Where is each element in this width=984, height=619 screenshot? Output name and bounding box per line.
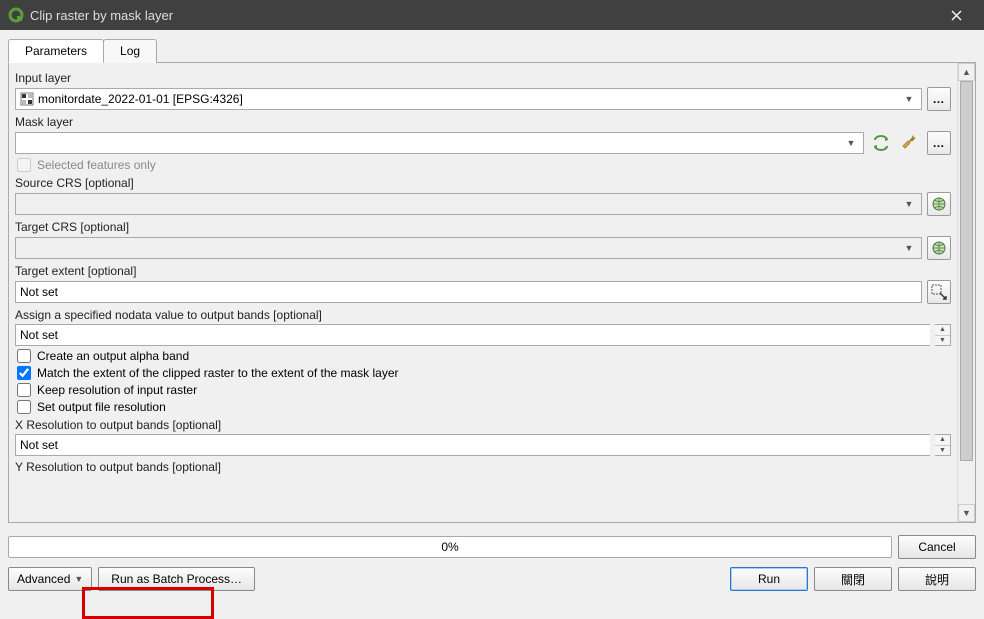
target-crs-select-button[interactable] [927, 236, 951, 260]
match-extent-checkbox[interactable] [17, 366, 31, 380]
selected-features-only-row: Selected features only [15, 158, 951, 172]
chevron-down-icon: ▼ [843, 138, 859, 148]
scrollbar-thumb[interactable] [960, 81, 973, 461]
dialog-body: Parameters Log Input layer monitordate_2… [0, 30, 984, 619]
assign-nodata-input[interactable]: Not set [15, 324, 930, 346]
progress-row: 0% Cancel [8, 535, 976, 559]
mask-layer-browse-button[interactable]: … [927, 131, 951, 155]
x-resolution-spinner[interactable]: ▲ ▼ [935, 434, 951, 456]
label-target-extent: Target extent [optional] [15, 264, 951, 278]
chevron-down-icon: ▼ [74, 574, 83, 584]
assign-nodata-spinner[interactable]: ▲ ▼ [935, 324, 951, 346]
target-extent-picker-button[interactable] [927, 280, 951, 304]
source-crs-combo[interactable]: ▼ [15, 193, 922, 215]
wrench-icon [900, 133, 920, 153]
label-match-extent: Match the extent of the clipped raster t… [37, 366, 399, 380]
keep-resolution-checkbox[interactable] [17, 383, 31, 397]
footer-row: Advanced ▼ Run as Batch Process… Run 關閉 … [8, 567, 976, 591]
chevron-down-icon: ▼ [901, 199, 917, 209]
close-button[interactable]: 關閉 [814, 567, 892, 591]
qgis-logo-icon [8, 7, 24, 23]
assign-nodata-value: Not set [20, 328, 58, 342]
label-set-output-res: Set output file resolution [37, 400, 166, 414]
spin-up-icon[interactable]: ▲ [935, 435, 950, 446]
spin-down-icon[interactable]: ▼ [935, 446, 950, 456]
label-y-resolution: Y Resolution to output bands [optional] [15, 460, 951, 474]
tab-parameters[interactable]: Parameters [8, 39, 104, 63]
x-resolution-value: Not set [20, 438, 58, 452]
run-as-batch-button[interactable]: Run as Batch Process… [98, 567, 255, 591]
tab-log[interactable]: Log [103, 39, 157, 63]
advanced-label: Advanced [17, 572, 70, 586]
progress-bar: 0% [8, 536, 892, 558]
scroll-down-button[interactable]: ▼ [958, 504, 975, 522]
mask-layer-settings-button[interactable] [898, 131, 922, 155]
annotation-highlight [82, 587, 214, 619]
create-alpha-row[interactable]: Create an output alpha band [15, 349, 951, 363]
parameters-scroll-area: Input layer monitordate_2022-01-01 [EPSG… [9, 63, 957, 522]
source-crs-select-button[interactable] [927, 192, 951, 216]
input-layer-value: monitordate_2022-01-01 [EPSG:4326] [38, 92, 901, 106]
create-alpha-checkbox[interactable] [17, 349, 31, 363]
cancel-button[interactable]: Cancel [898, 535, 976, 559]
label-assign-nodata: Assign a specified nodata value to outpu… [15, 308, 951, 322]
spin-up-icon[interactable]: ▲ [935, 325, 950, 336]
spin-down-icon[interactable]: ▼ [935, 336, 950, 346]
target-extent-value: Not set [20, 285, 58, 299]
progress-value: 0% [441, 540, 458, 554]
parameters-panel: Input layer monitordate_2022-01-01 [EPSG… [8, 63, 976, 523]
iterate-icon [871, 133, 891, 153]
label-create-alpha: Create an output alpha band [37, 349, 189, 363]
mask-layer-combo[interactable]: ▼ [15, 132, 864, 154]
crs-globe-icon [930, 239, 948, 257]
input-layer-combo[interactable]: monitordate_2022-01-01 [EPSG:4326] ▼ [15, 88, 922, 110]
input-layer-browse-button[interactable]: … [927, 87, 951, 111]
mask-layer-iterate-button[interactable] [869, 131, 893, 155]
x-resolution-input[interactable]: Not set [15, 434, 930, 456]
selected-features-only-checkbox [17, 158, 31, 172]
set-output-res-checkbox[interactable] [17, 400, 31, 414]
advanced-button[interactable]: Advanced ▼ [8, 567, 92, 591]
label-input-layer: Input layer [15, 71, 951, 85]
label-selected-features-only: Selected features only [37, 158, 156, 172]
scroll-up-button[interactable]: ▲ [958, 63, 975, 81]
ellipsis-icon: … [933, 136, 946, 150]
extent-picker-icon [930, 283, 948, 301]
titlebar: Clip raster by mask layer [0, 0, 984, 30]
match-extent-row[interactable]: Match the extent of the clipped raster t… [15, 366, 951, 380]
raster-layer-icon [20, 92, 34, 106]
label-keep-resolution: Keep resolution of input raster [37, 383, 197, 397]
keep-resolution-row[interactable]: Keep resolution of input raster [15, 383, 951, 397]
target-extent-input[interactable]: Not set [15, 281, 922, 303]
tabstrip: Parameters Log [8, 38, 976, 63]
window-title: Clip raster by mask layer [30, 8, 936, 23]
ellipsis-icon: … [933, 92, 946, 106]
chevron-down-icon: ▼ [901, 94, 917, 104]
label-source-crs: Source CRS [optional] [15, 176, 951, 190]
help-button[interactable]: 說明 [898, 567, 976, 591]
vertical-scrollbar[interactable]: ▲ ▼ [957, 63, 975, 522]
set-output-res-row[interactable]: Set output file resolution [15, 400, 951, 414]
label-x-resolution: X Resolution to output bands [optional] [15, 418, 951, 432]
label-target-crs: Target CRS [optional] [15, 220, 951, 234]
target-crs-combo[interactable]: ▼ [15, 237, 922, 259]
chevron-down-icon: ▼ [901, 243, 917, 253]
window-close-button[interactable] [936, 0, 976, 30]
run-button[interactable]: Run [730, 567, 808, 591]
crs-globe-icon [930, 195, 948, 213]
label-mask-layer: Mask layer [15, 115, 951, 129]
